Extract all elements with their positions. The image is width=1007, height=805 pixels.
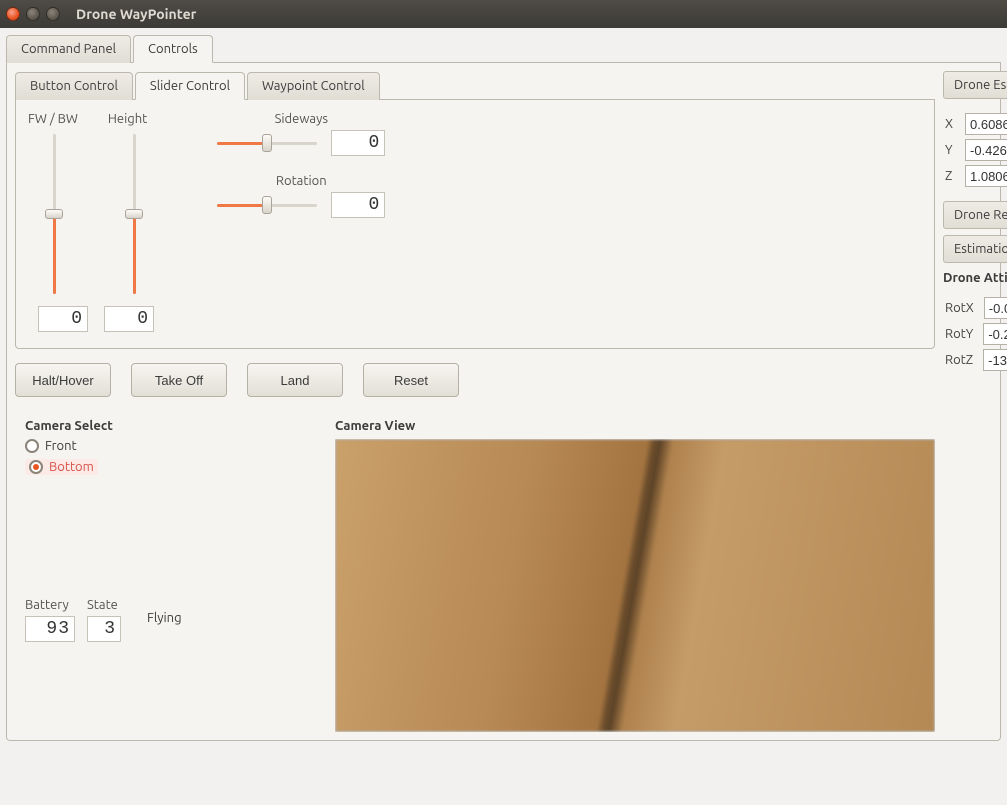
window-titlebar: Drone WayPointer xyxy=(0,0,1007,28)
pose-z-label: Z xyxy=(945,169,955,183)
rotz-label: RotZ xyxy=(945,353,973,367)
height-slider[interactable] xyxy=(124,134,144,294)
pose-z-field[interactable] xyxy=(965,165,1007,187)
pose-x-label: X xyxy=(945,117,955,131)
camera-view-label: Camera View xyxy=(335,419,935,433)
close-icon[interactable] xyxy=(6,7,20,21)
tab-controls[interactable]: Controls xyxy=(133,35,213,63)
attitude-header: Drone Attitude xyxy=(943,271,1007,285)
pose-x-field[interactable] xyxy=(965,113,1007,135)
camera-option-front: Front xyxy=(45,439,77,453)
rotation-label: Rotation xyxy=(276,174,327,188)
tab-waypoint-control[interactable]: Waypoint Control xyxy=(247,72,380,100)
minimize-icon[interactable] xyxy=(26,7,40,21)
sideways-label: Sideways xyxy=(275,112,328,126)
controls-panel: Button Control Slider Control Waypoint C… xyxy=(6,63,1001,741)
height-readout: 0 xyxy=(104,306,154,332)
radio-icon xyxy=(29,460,43,474)
maximize-icon[interactable] xyxy=(46,7,60,21)
roty-label: RotY xyxy=(945,327,973,341)
sideways-slider[interactable] xyxy=(217,133,317,153)
camera-select-label: Camera Select xyxy=(25,419,315,433)
state-readout: 3 xyxy=(87,616,121,642)
roty-field[interactable] xyxy=(983,323,1007,345)
inner-tabbar: Button Control Slider Control Waypoint C… xyxy=(15,71,935,100)
real-pose-header[interactable]: Drone Real Pose xyxy=(943,201,1007,229)
fwbw-readout: 0 xyxy=(38,306,88,332)
rotation-readout: 0 xyxy=(331,192,385,218)
state-text: Flying xyxy=(147,611,182,629)
camera-option-bottom: Bottom xyxy=(49,460,94,474)
height-label: Height xyxy=(108,112,147,126)
tab-button-control[interactable]: Button Control xyxy=(15,72,133,100)
slider-control-panel: FW / BW Height xyxy=(15,100,935,349)
rotz-field[interactable] xyxy=(983,349,1007,371)
take-off-button[interactable]: Take Off xyxy=(131,363,227,397)
fwbw-label: FW / BW xyxy=(28,112,78,126)
attitude-grid: RotX RotY RotZ xyxy=(943,289,1007,385)
tab-slider-control[interactable]: Slider Control xyxy=(135,72,245,100)
camera-radio-bottom[interactable]: Bottom xyxy=(25,459,98,475)
estimation-error-header[interactable]: Estimation Error xyxy=(943,235,1007,263)
window-title: Drone WayPointer xyxy=(76,6,196,22)
rotx-field[interactable] xyxy=(984,297,1007,319)
estimated-pose-grid: X Y Z xyxy=(943,105,1007,201)
radio-icon xyxy=(25,439,39,453)
land-button[interactable]: Land xyxy=(247,363,343,397)
state-num-label: State xyxy=(87,598,118,612)
estimated-pose-header[interactable]: Drone Estimated Pose xyxy=(943,71,1007,99)
rotx-label: RotX xyxy=(945,301,974,315)
reset-button[interactable]: Reset xyxy=(363,363,459,397)
pose-y-field[interactable] xyxy=(965,139,1007,161)
camera-radio-front[interactable]: Front xyxy=(25,439,315,453)
pose-y-label: Y xyxy=(945,143,955,157)
halt-hover-button[interactable]: Halt/Hover xyxy=(15,363,111,397)
camera-view xyxy=(335,439,935,732)
action-button-row: Halt/Hover Take Off Land Reset xyxy=(15,363,935,397)
battery-label: Battery xyxy=(25,598,69,612)
rotation-slider[interactable] xyxy=(217,195,317,215)
fwbw-slider[interactable] xyxy=(44,134,64,294)
sideways-readout: 0 xyxy=(331,130,385,156)
tab-command-panel[interactable]: Command Panel xyxy=(6,35,131,63)
battery-readout: 93 xyxy=(25,616,75,642)
main-tabbar: Command Panel Controls xyxy=(6,34,1001,63)
